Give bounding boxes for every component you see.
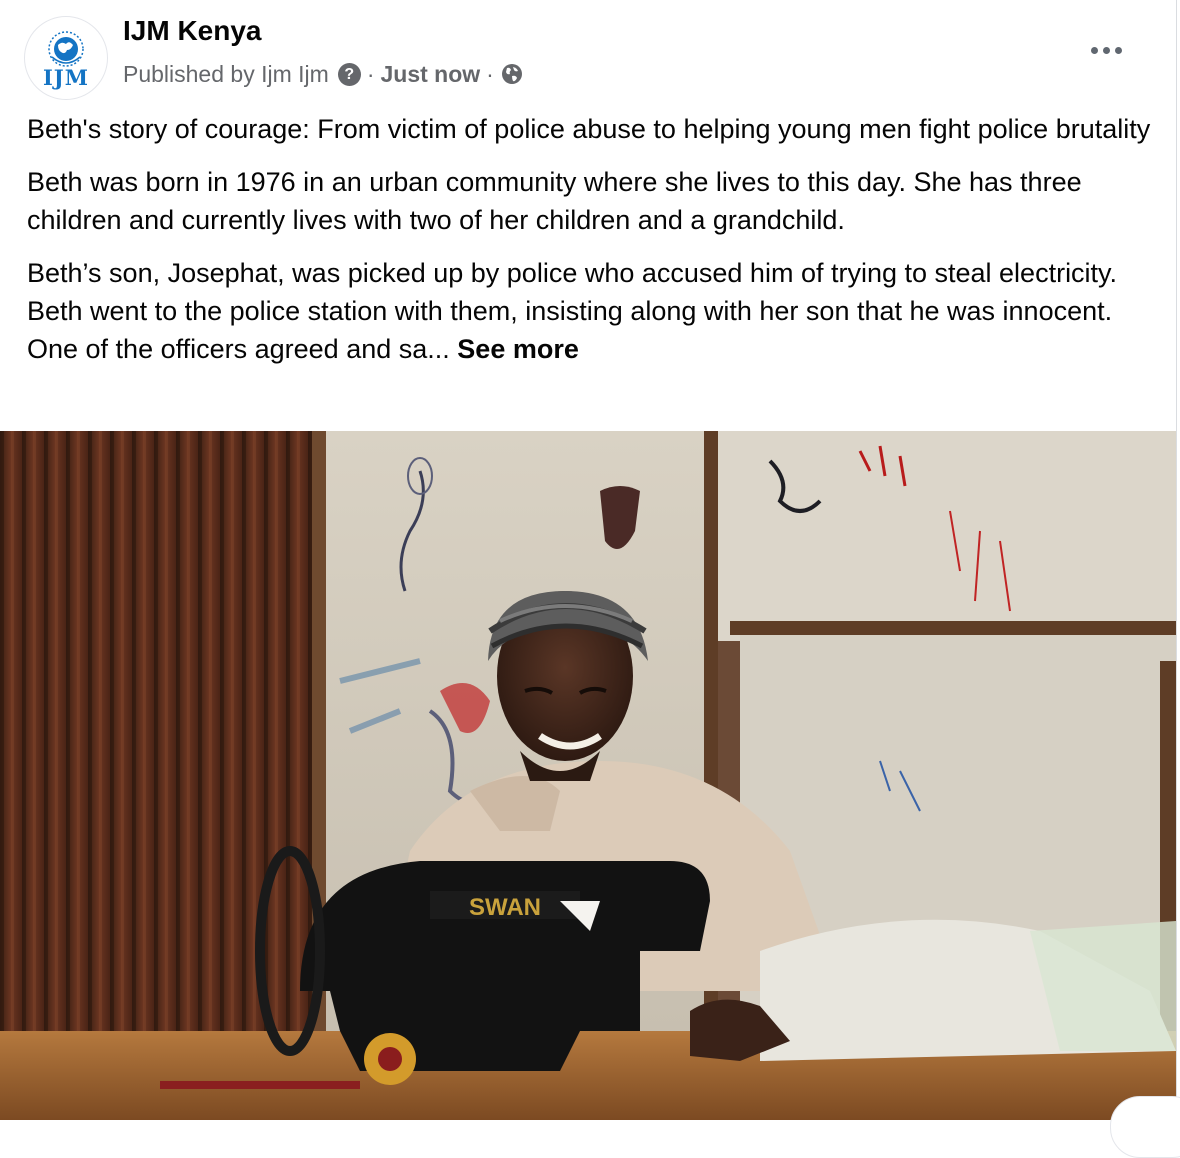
post-header: IJM IJM Kenya Published by Ijm Ijm ? · J… [0, 0, 1176, 110]
post-meta: Published by Ijm Ijm ? · Just now · [123, 58, 524, 90]
more-horizontal-icon [1102, 46, 1110, 54]
post-paragraph-title: Beth's story of courage: From victim of … [27, 114, 1151, 144]
globe-icon[interactable] [500, 62, 524, 86]
machine-brand-label: SWAN [469, 894, 541, 921]
page-avatar[interactable]: IJM [24, 16, 108, 100]
feed-post: IJM IJM Kenya Published by Ijm Ijm ? · J… [0, 0, 1180, 1158]
meta-separator: · [366, 60, 375, 87]
avatar-logo-text: IJM [42, 65, 89, 90]
corner-fab[interactable] [1110, 1096, 1180, 1158]
post-photo[interactable]: SWAN [0, 431, 1176, 1120]
published-by-text: Published by Ijm Ijm [123, 60, 329, 87]
post-paragraph: Beth was born in 1976 in an urban commun… [27, 167, 1082, 235]
see-more-link[interactable]: See more [457, 334, 579, 364]
question-icon[interactable]: ? [337, 62, 361, 86]
more-horizontal-icon [1114, 46, 1122, 54]
page-name-link[interactable]: IJM Kenya [123, 15, 262, 47]
post-paragraph-truncated: Beth’s son, Josephat, was picked up by p… [27, 254, 1152, 368]
meta-separator: · [486, 60, 494, 87]
post-timestamp[interactable]: Just now [380, 61, 480, 88]
post-text: Beth's story of courage: From victim of … [27, 110, 1152, 383]
more-options-button[interactable] [1082, 28, 1130, 72]
more-horizontal-icon [1090, 46, 1098, 54]
